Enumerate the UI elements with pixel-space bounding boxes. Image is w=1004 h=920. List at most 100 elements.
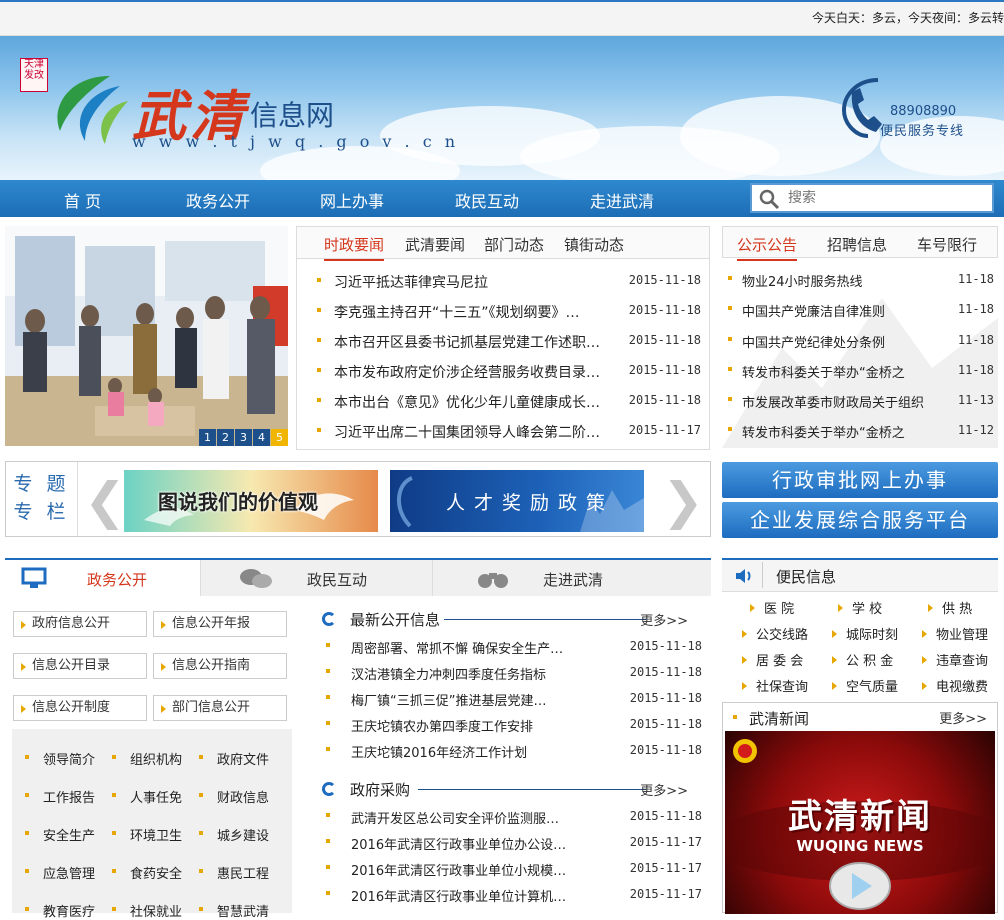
- news-slideshow[interactable]: 1 2 3 4 5: [5, 226, 288, 446]
- slide-dot-2[interactable]: 2: [217, 429, 234, 446]
- video-title: 武清新闻: [788, 797, 932, 837]
- list-item[interactable]: 李克强主持召开“十三五”《规划纲要》… 2015-11-18: [317, 297, 701, 327]
- enterprise-service-button[interactable]: 企业发展综合服务平台: [722, 502, 998, 538]
- search-input[interactable]: [788, 187, 988, 209]
- list-item[interactable]: 中国共产党纪律处分条例 11-18: [728, 327, 998, 357]
- link-food-drug[interactable]: 食药安全: [111, 863, 182, 882]
- banner-values[interactable]: 图说我们的价值观: [124, 470, 378, 532]
- news-video-player[interactable]: 武清新闻 WUQING NEWS: [725, 731, 995, 914]
- tab-department-news[interactable]: 部门动态: [484, 234, 544, 255]
- chevron-right-icon[interactable]: ❯: [662, 472, 704, 530]
- list-item[interactable]: 王庆坨镇农办第四季度工作安排 2015-11-18: [326, 712, 702, 738]
- list-item[interactable]: 2016年武清区行政事业单位办公设… 2015-11-17: [326, 830, 702, 856]
- open-info-more-link[interactable]: 更多>>: [640, 610, 688, 629]
- tab-about[interactable]: 走进武清: [433, 560, 711, 596]
- wq-news-more-link[interactable]: 更多>>: [939, 708, 987, 727]
- link-tv-payment[interactable]: 电视缴费: [921, 676, 988, 695]
- annual-report-button[interactable]: 信息公开年报: [153, 611, 287, 637]
- tab-affairs[interactable]: 政务公开: [5, 560, 201, 596]
- nav-online-services[interactable]: 网上办事: [320, 188, 384, 212]
- tab-interaction[interactable]: 政民互动: [201, 560, 433, 596]
- tab-wuqing-news[interactable]: 武清要闻: [405, 234, 465, 255]
- list-item[interactable]: 汊沽港镇全力冲刺四季度任务指标 2015-11-18: [326, 660, 702, 686]
- tab-recruitment[interactable]: 招聘信息: [827, 234, 887, 255]
- link-work-report[interactable]: 工作报告: [24, 787, 95, 806]
- section-icon: [322, 782, 336, 796]
- list-item[interactable]: 习近平出席二十国集团领导人峰会第二阶… 2015-11-17: [317, 417, 701, 447]
- wuqing-news-panel: 武清新闻 更多>> 武清新闻 WUQING NEWS: [722, 702, 998, 914]
- link-property-management[interactable]: 物业管理: [921, 624, 988, 643]
- special-topics: 专 题 专 栏 ❮ 图说我们的价值观 人才奖励政策 ❯: [5, 461, 711, 537]
- list-item[interactable]: 中国共产党廉洁自律准则 11-18: [728, 296, 998, 326]
- slide-dot-5[interactable]: 5: [271, 429, 288, 446]
- link-school[interactable]: 学 校: [837, 598, 882, 617]
- chevron-left-icon[interactable]: ❮: [84, 472, 126, 530]
- list-item[interactable]: 习近平抵达菲律宾马尼拉 2015-11-18: [317, 267, 701, 297]
- link-social-security[interactable]: 社保查询: [741, 676, 808, 695]
- nav-home[interactable]: 首 页: [64, 188, 101, 212]
- binoculars-icon: [478, 573, 508, 588]
- list-item[interactable]: 武清开发区总公司安全评价监测服… 2015-11-18: [326, 804, 702, 830]
- link-emergency[interactable]: 应急管理: [24, 863, 95, 882]
- list-item[interactable]: 转发市科委关于举办“金桥之 11-18: [728, 357, 998, 387]
- link-leaders[interactable]: 领导简介: [24, 749, 95, 768]
- link-environment[interactable]: 环境卫生: [111, 825, 182, 844]
- logo-url: w w w . t j w q . g o v . c n: [132, 132, 460, 151]
- nav-about-wuqing[interactable]: 走进武清: [590, 188, 654, 212]
- link-smart-wuqing[interactable]: 智慧武清: [198, 901, 269, 920]
- open-info-header: 最新公开信息 更多>>: [322, 609, 700, 629]
- link-intercity-schedule[interactable]: 城际时刻: [831, 624, 898, 643]
- tab-announcements[interactable]: 公示公告: [737, 234, 798, 261]
- tab-current-affairs[interactable]: 时政要闻: [324, 234, 385, 261]
- link-neighborhood-committee[interactable]: 居 委 会: [741, 650, 803, 669]
- list-item[interactable]: 本市召开区县委书记抓基层党建工作述职… 2015-11-18: [317, 327, 701, 357]
- link-appointments[interactable]: 人事任免: [111, 787, 182, 806]
- slideshow-photo: [5, 226, 288, 446]
- play-icon[interactable]: [828, 861, 892, 911]
- nav-interaction[interactable]: 政民互动: [455, 188, 519, 212]
- list-item[interactable]: 物业24小时服务热线 11-18: [728, 266, 998, 296]
- list-item[interactable]: 周密部署、常抓不懈 确保安全生产… 2015-11-18: [326, 634, 702, 660]
- nav-affairs[interactable]: 政务公开: [186, 188, 250, 212]
- news-tabbar: 时政要闻 武清要闻 部门动态 镇街动态: [297, 227, 709, 261]
- gov-info-disclosure-button[interactable]: 政府信息公开: [13, 611, 147, 637]
- department-disclosure-button[interactable]: 部门信息公开: [153, 695, 287, 721]
- list-item[interactable]: 梅厂镇“三抓三促”推进基层党建… 2015-11-18: [326, 686, 702, 712]
- list-item[interactable]: 2016年武清区行政事业单位计算机… 2015-11-17: [326, 882, 702, 908]
- disclosure-guide-button[interactable]: 信息公开指南: [153, 653, 287, 679]
- list-item[interactable]: 王庆坨镇2016年经济工作计划 2015-11-18: [326, 738, 702, 764]
- link-traffic-violations[interactable]: 违章查询: [921, 650, 988, 669]
- disclosure-system-button[interactable]: 信息公开制度: [13, 695, 147, 721]
- link-welfare[interactable]: 惠民工程: [198, 863, 269, 882]
- link-organization[interactable]: 组织机构: [111, 749, 182, 768]
- chat-icon: [240, 569, 272, 588]
- link-air-quality[interactable]: 空气质量: [831, 676, 898, 695]
- link-heating[interactable]: 供 热: [927, 598, 972, 617]
- slide-dot-1[interactable]: 1: [199, 429, 216, 446]
- list-item[interactable]: 本市出台《意见》优化少年儿童健康成长… 2015-11-18: [317, 387, 701, 417]
- slide-dot-4[interactable]: 4: [253, 429, 270, 446]
- link-bus-routes[interactable]: 公交线路: [741, 624, 808, 643]
- link-housing-fund[interactable]: 公 积 金: [831, 650, 893, 669]
- link-safety[interactable]: 安全生产: [24, 825, 95, 844]
- link-education[interactable]: 教育医疗: [24, 901, 95, 920]
- banner-talent-policy[interactable]: 人才奖励政策: [390, 470, 644, 532]
- logo-subtitle: 信息网: [250, 99, 335, 132]
- tab-plate-restriction[interactable]: 车号限行: [917, 234, 977, 255]
- list-item[interactable]: 转发市科委关于举办“金桥之 11-12: [728, 417, 998, 447]
- link-urban-rural[interactable]: 城乡建设: [198, 825, 269, 844]
- link-finance[interactable]: 财政信息: [198, 787, 269, 806]
- link-employment[interactable]: 社保就业: [111, 901, 182, 920]
- list-item[interactable]: 2016年武清区行政事业单位小规模… 2015-11-17: [326, 856, 702, 882]
- procurement-more-link[interactable]: 更多>>: [640, 780, 688, 799]
- online-approval-button[interactable]: 行政审批网上办事: [722, 462, 998, 498]
- link-hospital[interactable]: 医 院: [749, 598, 794, 617]
- tab-town-news[interactable]: 镇街动态: [564, 234, 624, 255]
- slide-dot-3[interactable]: 3: [235, 429, 252, 446]
- link-gov-documents[interactable]: 政府文件: [198, 749, 269, 768]
- disclosure-catalog-button[interactable]: 信息公开目录: [13, 653, 147, 679]
- search-icon[interactable]: [758, 188, 780, 210]
- convenience-header: 便民信息: [722, 558, 998, 592]
- list-item[interactable]: 市发展改革委市财政局关于组织 11-13: [728, 387, 998, 417]
- list-item[interactable]: 本市发布政府定价涉企经营服务收费目录… 2015-11-18: [317, 357, 701, 387]
